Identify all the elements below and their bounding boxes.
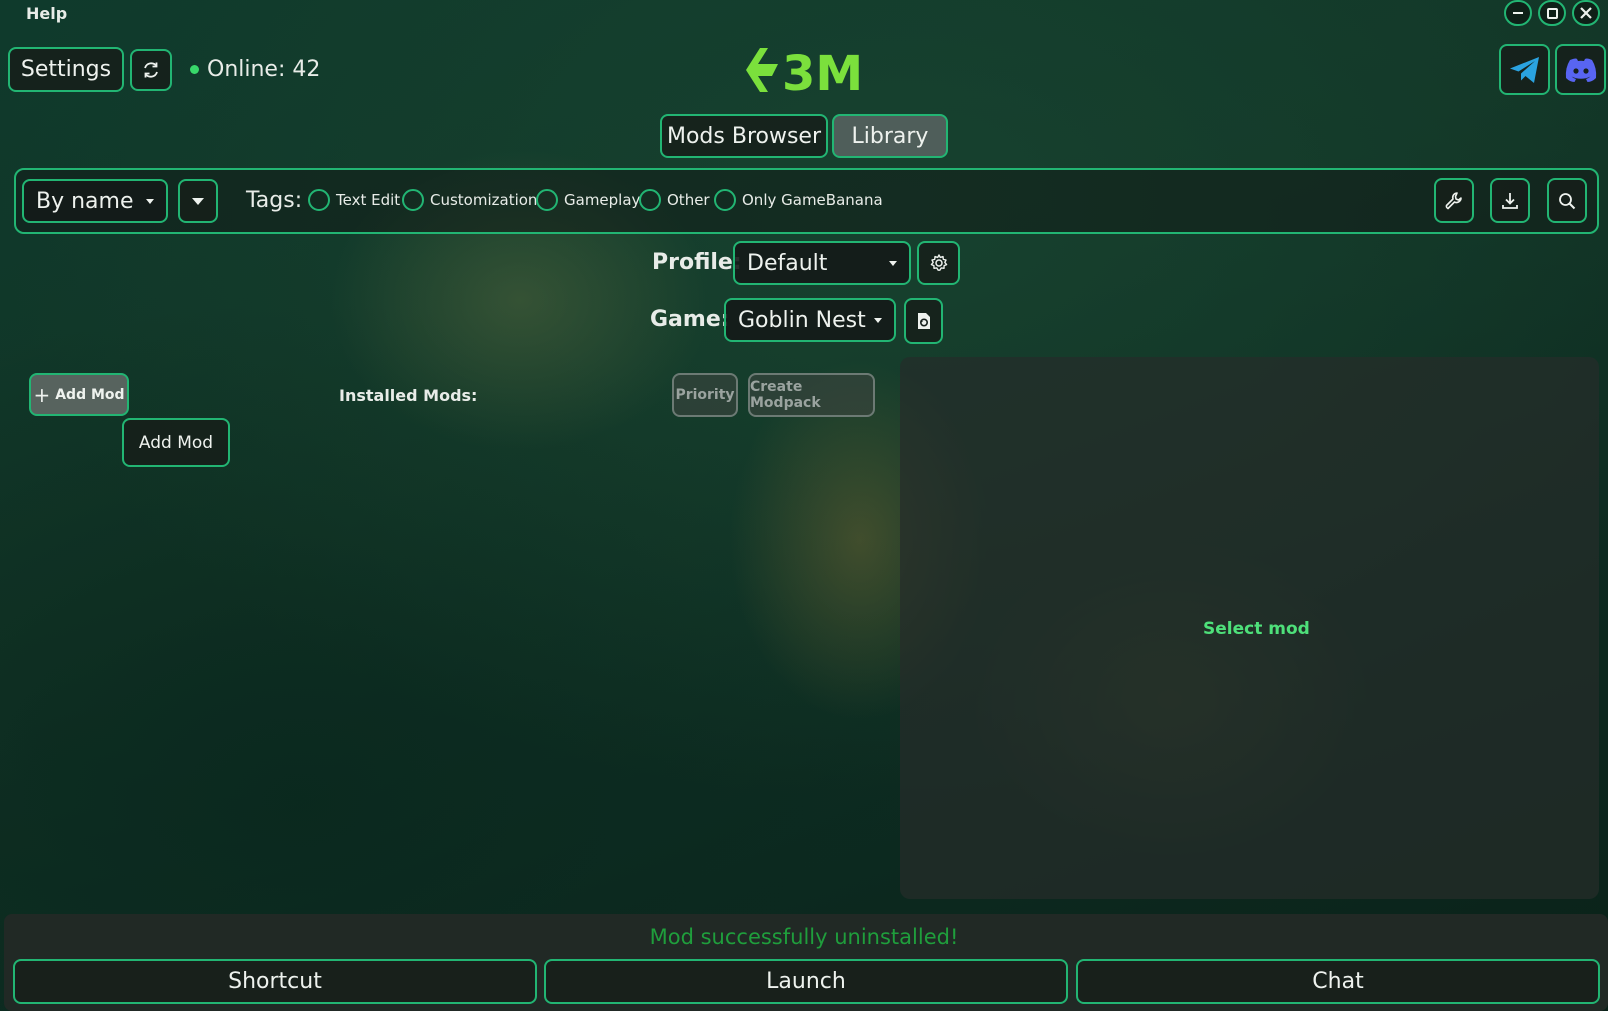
triangle-down-icon: [192, 197, 204, 205]
tag-label: Customization: [430, 191, 538, 209]
chevron-down-icon: [889, 260, 897, 266]
tag-label: Only GameBanana: [742, 191, 883, 209]
tab-library[interactable]: Library: [832, 114, 948, 158]
minimize-button[interactable]: [1504, 0, 1532, 26]
close-button[interactable]: [1572, 0, 1600, 26]
game-restore-button[interactable]: [904, 298, 943, 344]
create-modpack-button[interactable]: Create Modpack: [748, 373, 875, 417]
game-label: Game:: [650, 307, 730, 332]
tag-text-edit[interactable]: Text Edit: [308, 189, 400, 211]
tag-customization[interactable]: Customization: [402, 189, 537, 211]
help-menu[interactable]: Help: [26, 4, 67, 23]
discord-icon: [1565, 57, 1596, 82]
maximize-icon: [1546, 7, 1558, 19]
profile-select[interactable]: Default: [733, 241, 911, 285]
profile-label: Profile:: [652, 250, 742, 275]
status-message: Mod successfully uninstalled!: [649, 925, 959, 949]
sort-select-value: By name: [36, 188, 134, 214]
radio-icon: [639, 189, 661, 211]
telegram-icon: [1509, 56, 1539, 83]
app-logo: 3M: [742, 42, 882, 102]
refresh-icon: [144, 62, 158, 78]
tag-label: Other: [667, 191, 710, 209]
online-status: Online: 42: [190, 57, 320, 82]
discord-button[interactable]: [1555, 44, 1606, 95]
tag-label: Text Edit: [336, 191, 401, 209]
chevron-down-icon: [146, 198, 154, 204]
game-select[interactable]: Goblin Nest: [724, 298, 896, 342]
chat-button[interactable]: Chat: [1076, 959, 1600, 1004]
profile-select-value: Default: [747, 250, 828, 276]
sort-order-button[interactable]: [178, 179, 218, 223]
search-button[interactable]: [1547, 178, 1587, 223]
priority-button[interactable]: Priority: [672, 373, 738, 417]
launch-button[interactable]: Launch: [544, 959, 1068, 1004]
wrench-button[interactable]: [1434, 178, 1474, 223]
tag-other[interactable]: Other: [639, 189, 710, 211]
profile-settings-button[interactable]: [917, 241, 960, 285]
sort-select[interactable]: By name: [22, 179, 168, 223]
tab-mods-browser[interactable]: Mods Browser: [660, 114, 828, 158]
close-icon: [1580, 7, 1592, 19]
tag-label: Gameplay: [564, 191, 641, 209]
minimize-icon: [1513, 12, 1523, 14]
maximize-button[interactable]: [1538, 0, 1566, 26]
telegram-button[interactable]: [1499, 44, 1550, 95]
online-dot-icon: [190, 65, 199, 74]
search-icon: [1559, 192, 1576, 209]
radio-icon: [536, 189, 558, 211]
tag-gameplay[interactable]: Gameplay: [536, 189, 640, 211]
radio-icon: [402, 189, 424, 211]
download-icon: [1502, 192, 1518, 209]
add-mod-tooltip: Add Mod: [122, 418, 230, 467]
settings-button[interactable]: Settings: [8, 47, 124, 92]
add-mod-label: Add Mod: [55, 386, 125, 403]
online-count: Online: 42: [207, 57, 321, 82]
plus-icon: +: [33, 382, 51, 407]
radio-icon: [308, 189, 330, 211]
tag-only-gamebanana[interactable]: Only GameBanana: [714, 189, 883, 211]
tags-label: Tags:: [246, 188, 303, 213]
select-mod-placeholder: Select mod: [1203, 619, 1310, 639]
installed-mods-label: Installed Mods:: [339, 386, 478, 405]
radio-icon: [714, 189, 736, 211]
shortcut-button[interactable]: Shortcut: [13, 959, 537, 1004]
download-button[interactable]: [1490, 178, 1530, 223]
refresh-button[interactable]: [130, 49, 172, 91]
gear-icon: [930, 254, 947, 271]
chevron-down-icon: [874, 317, 882, 323]
file-restore-icon: [917, 313, 930, 329]
logo-text: 3M: [782, 46, 863, 98]
game-select-value: Goblin Nest: [738, 307, 866, 333]
add-mod-button[interactable]: + Add Mod: [29, 373, 129, 416]
wrench-icon: [1445, 191, 1462, 209]
